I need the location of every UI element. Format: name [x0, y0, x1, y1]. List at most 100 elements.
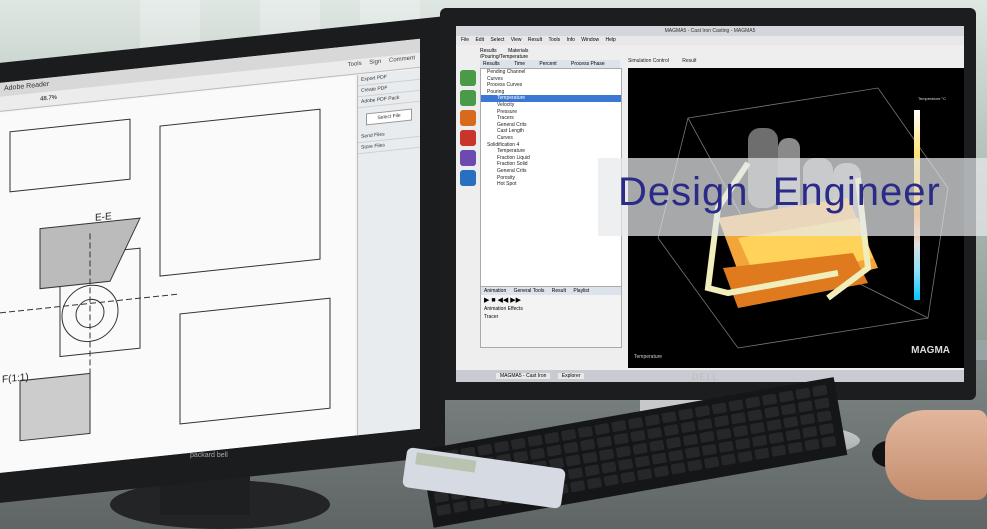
menu-view[interactable]: View: [511, 37, 522, 43]
keyboard-key: [563, 441, 579, 454]
temperature-label: Temperature: [634, 354, 663, 360]
keyboard-key: [577, 425, 594, 439]
keyboard-key: [821, 435, 837, 449]
keyboard-key: [493, 440, 510, 453]
keyboard-key: [754, 447, 770, 460]
magma-logo: MAGMA: [911, 345, 950, 356]
keyboard-key: [711, 402, 728, 415]
menu-result[interactable]: Result: [528, 37, 542, 43]
keyboard-key: [687, 459, 703, 472]
keyboard-key: [586, 477, 603, 490]
keyboard-key: [768, 431, 785, 445]
play-controls[interactable]: ▶ ■ ◀◀ ▶▶: [481, 295, 621, 305]
keyboard-key: [764, 406, 780, 419]
col-results: Results: [483, 61, 500, 67]
tree-row[interactable]: Solidification 4: [481, 142, 621, 149]
tree-row[interactable]: General Crits: [481, 122, 621, 129]
animation-tabs: Animation General Tools Result Playlist: [481, 287, 621, 295]
drawing-svg: [0, 108, 331, 442]
menu-bar: File Edit Select View Result Tools Info …: [456, 36, 964, 45]
tree-row[interactable]: Pending Channel: [481, 69, 621, 76]
taskbar-explorer[interactable]: Explorer: [557, 373, 585, 379]
menu-window[interactable]: Window: [581, 37, 599, 43]
keyboard-key: [649, 439, 665, 452]
tab-simulation-control[interactable]: Simulation Control: [628, 58, 669, 64]
taskbar-magma[interactable]: MAGMA5 - Cast Iron: [496, 373, 551, 379]
left-monitor-brand: packard bell: [190, 452, 228, 459]
sidebar-icons: [458, 66, 478, 236]
tree-row[interactable]: Process Curves: [481, 82, 621, 89]
tab-general-tools[interactable]: General Tools: [514, 288, 545, 294]
keyboard-key: [804, 438, 820, 451]
keyboard-key: [529, 447, 546, 460]
keyboard-key: [668, 449, 684, 462]
process-icon[interactable]: [460, 170, 476, 186]
keyboard-key: [802, 425, 818, 439]
right-monitor-brand: DELL: [692, 372, 719, 382]
technical-drawing: E-E F(1:1): [0, 75, 355, 473]
keyboard-key: [598, 448, 615, 461]
menu-edit[interactable]: Edit: [475, 37, 484, 43]
keyboard-key: [751, 434, 768, 448]
keyboard-key: [617, 458, 634, 471]
col-process-phase: Process Phase: [571, 61, 605, 67]
keyboard-key: [560, 428, 577, 442]
tree-row[interactable]: Pouring: [481, 89, 621, 96]
tab-sign[interactable]: Sign: [369, 59, 381, 66]
animation-effects[interactable]: Animation Effects: [481, 305, 621, 313]
keyboard-key: [716, 427, 732, 441]
menu-info[interactable]: Info: [567, 37, 575, 43]
tab-animation[interactable]: Animation: [484, 288, 506, 294]
keyboard-key: [632, 442, 648, 455]
menu-select[interactable]: Select: [490, 37, 504, 43]
tab-result[interactable]: Result: [682, 58, 696, 64]
keyboard-key: [697, 418, 713, 431]
legend-title: Temperature °C: [917, 96, 947, 101]
tree-row[interactable]: Temperature: [481, 95, 621, 102]
tree-row[interactable]: Temperature: [481, 148, 621, 155]
tree-row[interactable]: Cast Length: [481, 128, 621, 135]
tab-result-lower[interactable]: Result: [552, 288, 566, 294]
keyboard-key: [678, 408, 694, 421]
tree-row[interactable]: Curves: [481, 76, 621, 83]
keyboard-key: [799, 413, 816, 426]
keyboard-key: [611, 419, 627, 433]
materials-icon[interactable]: [460, 130, 476, 146]
menu-help[interactable]: Help: [605, 37, 615, 43]
keyboard-key: [699, 430, 715, 444]
tree-row[interactable]: Curves: [481, 135, 621, 142]
menu-file[interactable]: File: [461, 37, 469, 43]
keyboard-key: [544, 431, 560, 445]
section-label: E-E: [95, 211, 112, 224]
keyboard-key: [644, 414, 661, 427]
keyboard-key: [665, 436, 682, 449]
keyboard-key: [594, 422, 610, 436]
keyboard-key: [579, 438, 596, 451]
tab-playlist[interactable]: Playlist: [573, 288, 589, 294]
tree-row[interactable]: Velocity: [481, 102, 621, 109]
tree-row[interactable]: Pressure: [481, 109, 621, 116]
keyboard-key: [780, 403, 797, 416]
keyboard-key: [646, 426, 663, 440]
keyboard-key: [732, 424, 749, 438]
menu-tools[interactable]: Tools: [548, 37, 560, 43]
geometry-icon[interactable]: [460, 90, 476, 106]
mesh-icon[interactable]: [460, 110, 476, 126]
select-file-button[interactable]: Select File: [366, 108, 412, 126]
keyboard-key: [770, 444, 787, 457]
zoom-level[interactable]: 48.7%: [40, 95, 57, 103]
results-icon[interactable]: [460, 70, 476, 86]
keyboard-key: [653, 465, 670, 478]
tree-row[interactable]: Tracers: [481, 115, 621, 122]
tracer-item[interactable]: Tracer: [481, 313, 621, 321]
animation-panel: Animation General Tools Result Playlist …: [480, 286, 622, 348]
keyboard-key: [565, 454, 581, 467]
simulation-icon[interactable]: [460, 150, 476, 166]
results-tree-header: Results Time Percent Process Phase: [480, 60, 620, 68]
photo-scene: Adobe Reader 48.7% Tools Sign Comment E-…: [0, 0, 987, 529]
keyboard-key: [569, 480, 586, 493]
calculator-screen: [415, 452, 477, 473]
banner-title: Design Engineer: [618, 170, 941, 214]
keyboard-key: [663, 423, 680, 437]
keyboard-key: [651, 452, 667, 465]
